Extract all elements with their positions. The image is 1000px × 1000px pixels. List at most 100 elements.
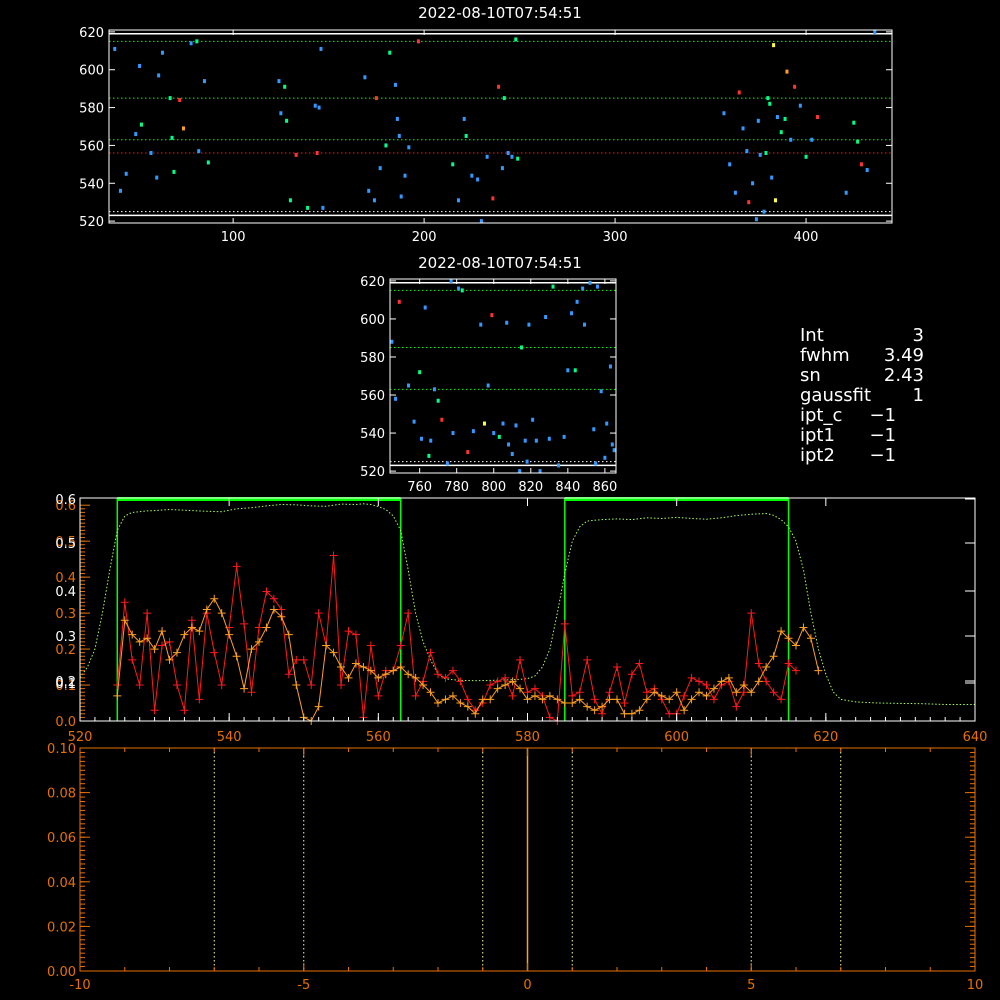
data-point: [525, 459, 529, 464]
data-point: [785, 69, 789, 74]
y-tick-label: 580: [360, 351, 385, 366]
y-tick-label: 600: [360, 313, 385, 328]
data-point: [451, 162, 455, 167]
data-point: [393, 82, 397, 87]
data-point: [722, 111, 726, 116]
data-point: [457, 286, 461, 291]
info-key: sn: [800, 365, 821, 386]
data-point: [492, 431, 496, 436]
data-point: [523, 438, 527, 443]
data-point: [432, 387, 436, 392]
data-point: [384, 143, 388, 148]
y-tick-label: 540: [360, 427, 385, 442]
figure-canvas: 2022-08-10T07:54:51 100 200 300 40052054056…: [0, 0, 1000, 1000]
data-point: [789, 137, 793, 142]
data-point: [756, 118, 760, 123]
data-point: [599, 389, 603, 394]
data-point: [315, 150, 319, 155]
data-point: [774, 198, 778, 203]
y-tick-label-right-scale: 0.5: [55, 537, 76, 552]
data-point: [518, 469, 522, 474]
data-point: [506, 150, 510, 155]
data-point: [189, 41, 193, 46]
data-point: [482, 421, 486, 426]
data-point: [388, 50, 392, 55]
data-point: [562, 434, 566, 439]
data-point: [197, 149, 201, 154]
y-tick-label-left: 0.2: [55, 643, 76, 658]
x-tick-label: -10: [69, 978, 90, 993]
data-point: [462, 116, 466, 121]
data-point: [168, 96, 172, 101]
data-point: [317, 105, 321, 110]
data-point: [149, 150, 153, 155]
data-point: [758, 152, 762, 157]
data-point: [445, 461, 449, 466]
x-tick-label: 300: [603, 230, 628, 245]
data-point: [583, 322, 587, 327]
y-tick-label-left: 0.3: [55, 607, 76, 622]
data-point: [390, 339, 394, 344]
info-key: ipt_c: [800, 405, 842, 426]
data-point: [510, 154, 514, 159]
data-point: [139, 122, 143, 127]
data-point: [603, 455, 607, 460]
data-point: [451, 431, 455, 436]
info-value: −1: [869, 425, 896, 446]
data-point: [363, 75, 367, 80]
data-point: [610, 442, 614, 447]
data-point: [772, 43, 776, 48]
data-point: [178, 98, 182, 103]
data-point: [170, 135, 174, 140]
data-point: [449, 278, 453, 283]
x-tick-label: 800: [481, 480, 506, 495]
data-point: [575, 299, 579, 304]
data-point: [440, 417, 444, 422]
data-point: [612, 448, 616, 453]
data-point: [294, 152, 298, 157]
data-point: [588, 280, 592, 285]
y-tick-label: 520: [360, 465, 385, 480]
data-point: [551, 284, 555, 289]
data-point: [859, 162, 863, 167]
data-point: [464, 133, 468, 138]
data-point: [471, 429, 475, 434]
info-value: −1: [869, 445, 896, 466]
data-point: [407, 383, 411, 388]
data-point: [491, 196, 495, 201]
y-tick-label-right-scale: 0.4: [55, 585, 76, 600]
data-point: [527, 322, 531, 327]
data-point: [804, 154, 808, 159]
y-tick-label-right-scale: 0.2: [55, 675, 76, 690]
middle-chart-title: 2022-08-10T07:54:51: [418, 254, 582, 272]
info-value: 3.49: [884, 345, 924, 366]
data-point: [486, 383, 490, 388]
data-point: [395, 116, 399, 121]
y-tick-label-right-scale: 0.3: [55, 630, 76, 645]
data-point: [798, 103, 802, 108]
data-point: [595, 284, 599, 289]
y-tick-label: 540: [79, 177, 104, 192]
data-point: [399, 194, 403, 199]
data-point: [306, 205, 310, 210]
x-tick-label: 600: [664, 730, 689, 745]
data-point: [747, 200, 751, 205]
x-tick-label: 560: [366, 730, 391, 745]
data-point: [810, 137, 814, 142]
data-point: [538, 469, 542, 474]
info-key: ipt2: [800, 445, 835, 466]
data-point: [770, 175, 774, 180]
data-point: [418, 370, 422, 375]
x-tick-label: 10: [967, 978, 984, 993]
info-key: fwhm: [800, 345, 850, 366]
data-point: [783, 116, 787, 121]
data-point: [490, 313, 494, 318]
y-tick-label: 0.02: [47, 920, 76, 935]
data-point: [429, 438, 433, 443]
x-tick-label: 200: [412, 230, 437, 245]
data-point: [608, 364, 612, 369]
data-point: [779, 130, 783, 135]
y-tick-label: 560: [79, 139, 104, 154]
info-key: gaussfit: [800, 385, 871, 406]
data-point: [566, 368, 570, 373]
